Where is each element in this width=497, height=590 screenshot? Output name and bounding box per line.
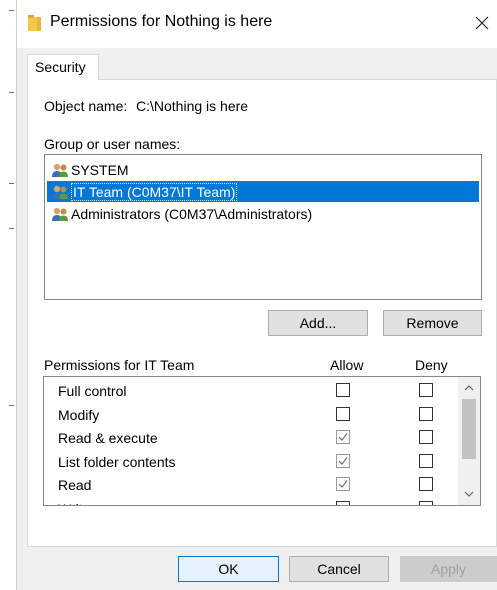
group-user-list[interactable]: SYSTEM IT Team (C0M37\IT Team) Administr…: [44, 154, 482, 300]
permission-name: Read: [58, 477, 92, 493]
permission-name: Read & execute: [58, 430, 158, 446]
permission-name: Write: [58, 501, 90, 506]
list-item-it-team[interactable]: IT Team (C0M37\IT Team): [47, 181, 479, 202]
tab-security[interactable]: Security: [27, 54, 99, 80]
permission-name: Modify: [58, 406, 100, 423]
permission-name: Full control: [58, 383, 127, 399]
edge-mark: [9, 10, 14, 11]
permission-row: Modify: [44, 403, 456, 427]
permissions-header: Permissions for IT Team: [44, 357, 195, 373]
deny-checkbox[interactable]: [419, 383, 433, 397]
permissions-scrollbar[interactable]: [458, 377, 480, 505]
group-names-label: Group or user names:: [44, 136, 181, 152]
edge-mark: [9, 405, 14, 406]
allow-checkbox[interactable]: [336, 383, 350, 397]
allow-checkbox[interactable]: [336, 430, 350, 444]
ok-button[interactable]: OK: [178, 556, 279, 582]
user-group-icon: [52, 163, 68, 177]
permission-row: Write: [44, 497, 456, 506]
list-item-administrators[interactable]: Administrators (C0M37\Administrators): [47, 203, 479, 224]
object-name-label: Object name:: [44, 98, 128, 114]
allow-column-header: Allow: [330, 357, 364, 373]
title-bar[interactable]: Permissions for Nothing is here: [17, 0, 497, 48]
permissions-list[interactable]: Full control Modify Read & execute List fol…: [43, 376, 481, 506]
permission-name: List folder contents: [58, 453, 176, 470]
dialog-client-area: Security Object name: C:\Nothing is here…: [17, 48, 497, 590]
deny-checkbox[interactable]: [419, 430, 433, 444]
edge-mark: [9, 92, 14, 93]
edge-mark: [9, 228, 14, 229]
permission-row: Read & execute: [44, 426, 456, 450]
deny-checkbox[interactable]: [419, 406, 433, 421]
apply-button[interactable]: Apply: [400, 556, 497, 582]
list-item-label: Administrators (C0M37\Administrators): [71, 205, 313, 222]
chevron-down-icon: [464, 491, 474, 497]
permission-row: List folder contents: [44, 450, 456, 474]
deny-checkbox[interactable]: [419, 477, 433, 491]
close-icon: [475, 16, 489, 30]
remove-button[interactable]: Remove: [383, 310, 482, 336]
add-button[interactable]: Add...: [268, 310, 368, 336]
list-item-system[interactable]: SYSTEM: [47, 159, 479, 180]
folder-icon: [28, 15, 41, 31]
allow-checkbox[interactable]: [336, 406, 350, 421]
allow-checkbox[interactable]: [336, 500, 350, 505]
permission-row: Read: [44, 473, 456, 497]
background-window-edge: [0, 0, 17, 590]
scroll-down-button[interactable]: [458, 485, 480, 503]
list-item-label: IT Team (C0M37\IT Team): [71, 182, 238, 201]
close-button[interactable]: [467, 6, 497, 40]
permission-row: Full control: [44, 379, 456, 403]
deny-checkbox[interactable]: [419, 500, 433, 505]
chevron-up-icon: [464, 385, 474, 391]
scroll-up-button[interactable]: [458, 379, 480, 397]
object-name-value: C:\Nothing is here: [136, 98, 249, 114]
deny-checkbox[interactable]: [419, 453, 433, 468]
deny-column-header: Deny: [415, 357, 448, 373]
user-group-icon: [52, 185, 68, 199]
cancel-button[interactable]: Cancel: [289, 556, 389, 582]
scroll-thumb[interactable]: [462, 399, 476, 459]
allow-checkbox[interactable]: [336, 477, 350, 491]
list-item-label: SYSTEM: [71, 161, 129, 178]
user-group-icon: [52, 207, 68, 221]
edge-mark: [9, 183, 14, 184]
allow-checkbox[interactable]: [336, 453, 350, 468]
window-title: Permissions for Nothing is here: [50, 13, 273, 30]
